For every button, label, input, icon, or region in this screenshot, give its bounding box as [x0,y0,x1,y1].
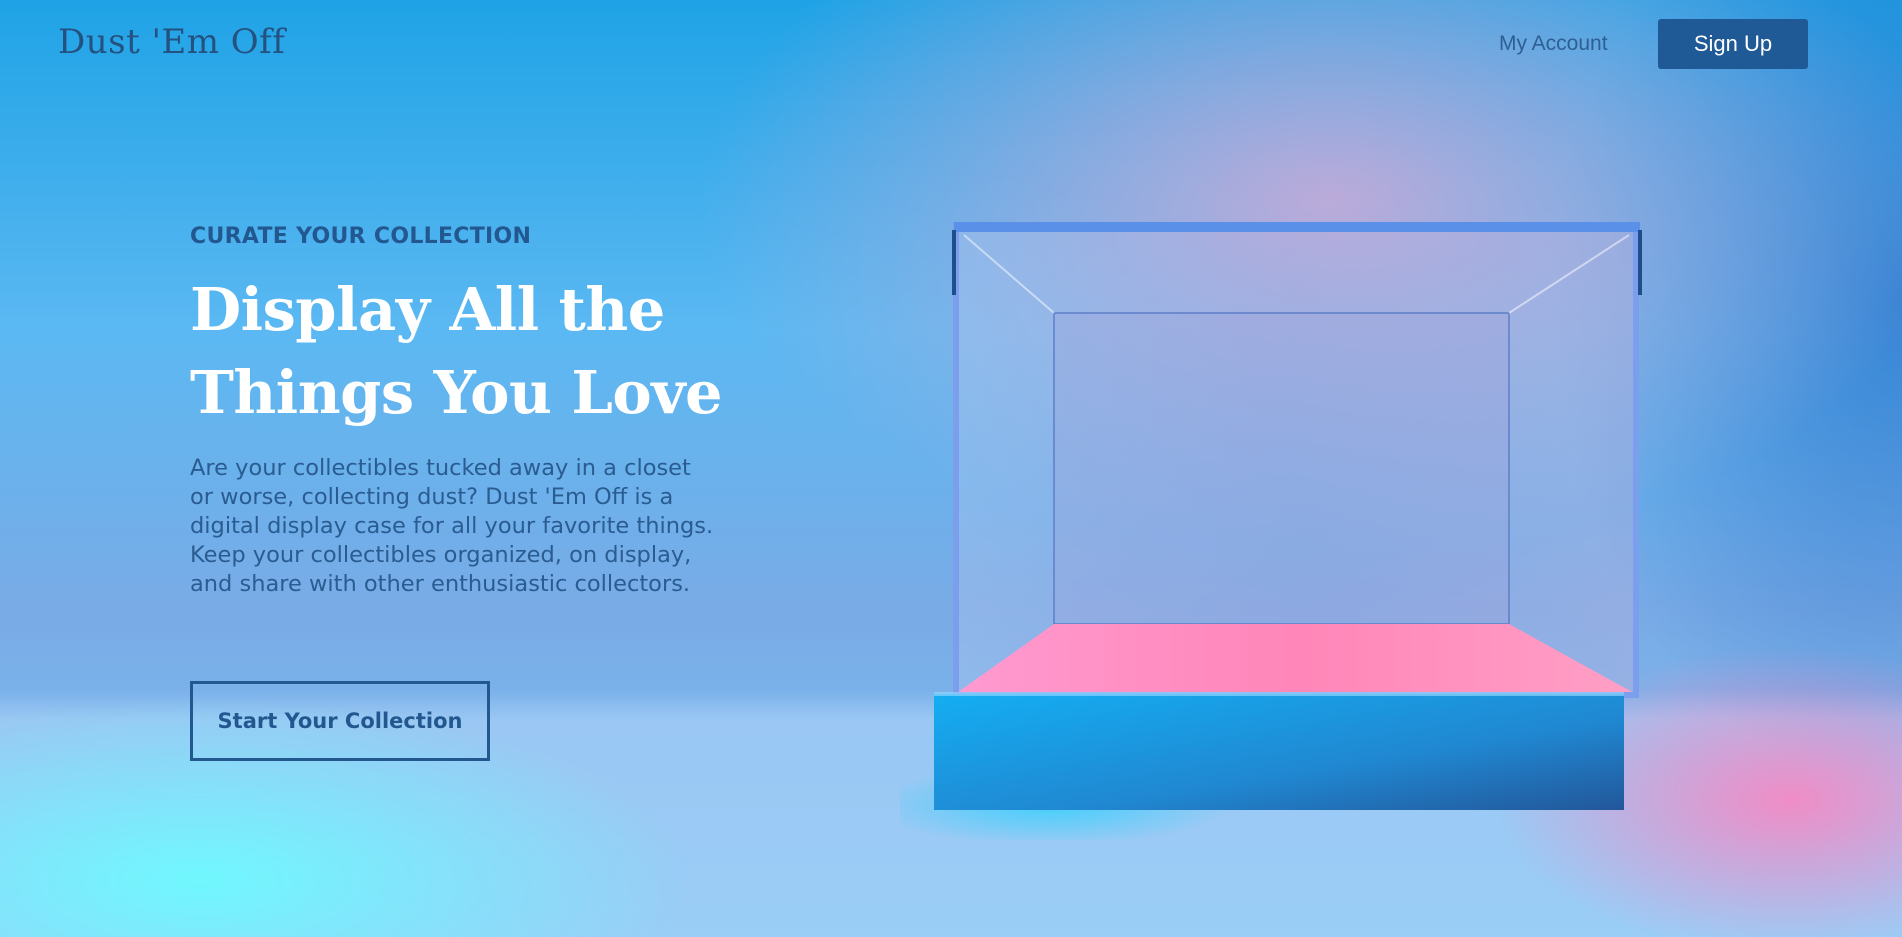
hero-description: Are your collectibles tucked away in a c… [190,455,714,597]
hero-eyebrow: CURATE YOUR COLLECTION [190,224,532,249]
sign-up-button[interactable]: Sign Up [1658,19,1808,69]
case-base [934,694,1624,810]
case-inner-back-wall [1053,312,1510,625]
display-case-illustration [900,222,1642,840]
start-collection-button[interactable]: Start Your Collection [190,681,490,761]
my-account-link[interactable]: My Account [1499,32,1608,56]
hero-headline: Display All the Things You Love [190,268,750,434]
case-top-lid [954,222,1640,232]
hero-headline-line-2: Things You Love [190,358,723,427]
site-logo[interactable]: Dust 'Em Off [58,22,285,62]
case-base-top-edge [934,692,1624,696]
hero-headline-line-1: Display All the [190,275,665,344]
